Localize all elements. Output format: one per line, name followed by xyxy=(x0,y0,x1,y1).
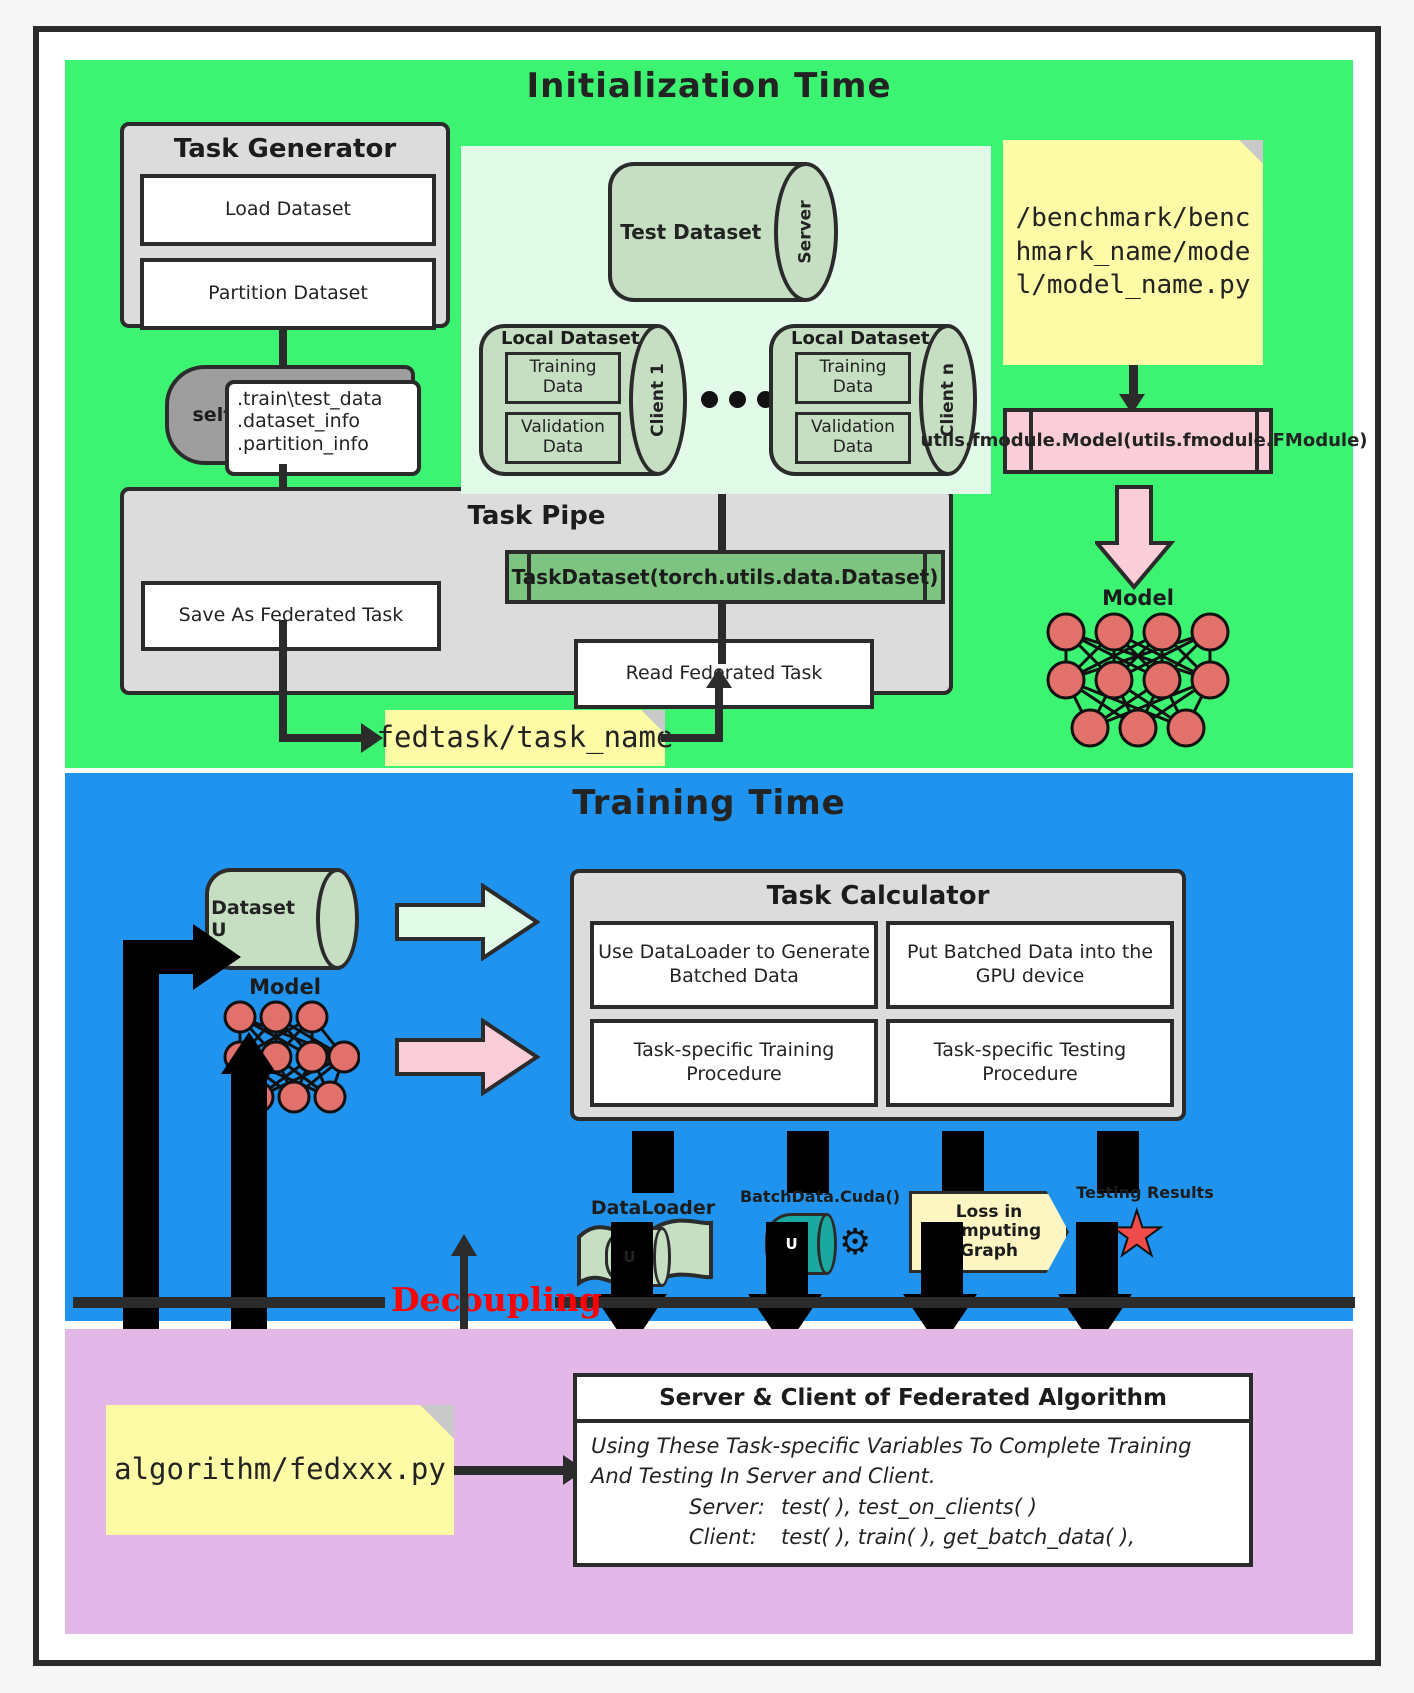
fedtask-note-text: fedtask/task_name xyxy=(376,720,674,755)
gear-icon: ⚙ xyxy=(839,1222,872,1263)
model-to-calculator-arrow xyxy=(395,1018,540,1096)
dataset-to-calculator-arrow xyxy=(395,883,540,961)
connector-fedtask-to-read-v xyxy=(715,686,723,738)
dataset-overview-panel: Test Dataset Server Local Dataset Traini… xyxy=(461,146,991,494)
client-1-validation-data: Validation Data xyxy=(505,412,621,464)
batchdata-u-label: U xyxy=(785,1235,798,1253)
connector-algorithm-to-serverclient xyxy=(454,1466,568,1475)
algorithm-note-fold-icon xyxy=(420,1405,454,1439)
local-dataset-client-n: Local Dataset Training Data Validation D… xyxy=(769,324,977,476)
client-n-validation-data: Validation Data xyxy=(795,412,911,464)
self-attr-1: .dataset_info xyxy=(237,410,361,433)
stub-loss xyxy=(942,1131,984,1193)
connector-taskgen-to-self xyxy=(279,328,287,370)
test-dataset-label: Test Dataset xyxy=(620,220,762,244)
benchmark-path-note: /benchmark/benchmark_name/model/model_na… xyxy=(1003,140,1263,365)
model-label-init: Model xyxy=(1102,586,1174,610)
task-generator-title: Task Generator xyxy=(173,134,397,164)
client-1-training-data: Training Data xyxy=(505,352,621,404)
algorithm-path-text: algorithm/fedxxx.py xyxy=(114,1452,446,1487)
fmodule-model-box: utils.fmodule.Model(utils.fmodule.FModul… xyxy=(920,408,1368,474)
server-cap-label: Server xyxy=(795,200,816,264)
connector-fedtask-to-read-h xyxy=(661,734,723,742)
self-attr-0: .train\test_data xyxy=(237,388,383,410)
calculator-cell-training[interactable]: Task-specific Training Procedure xyxy=(590,1019,878,1107)
clients-ellipsis-icon xyxy=(701,391,774,408)
connector-read-to-taskdataset xyxy=(718,604,726,664)
server-client-body: Using These Task-specific Variables To C… xyxy=(577,1423,1249,1563)
partition-dataset-box[interactable]: Partition Dataset xyxy=(140,258,436,330)
fmodule-model-label: utils.fmodule.Model(utils.fmodule.FModul… xyxy=(920,430,1368,452)
task-dataset-bar: TaskDataset(torch.utils.data.Dataset) xyxy=(505,550,945,604)
dataset-u-cap xyxy=(315,868,359,970)
connector-save-to-fedtask-v xyxy=(279,620,287,742)
section-initialization-time: Initialization Time Task Generator Load … xyxy=(65,60,1368,768)
server-client-row-client: Client: test( ), train( ), get_batch_dat… xyxy=(591,1522,1235,1552)
artifact-label-dataloader: DataLoader xyxy=(590,1197,716,1219)
decoupling-bar-right xyxy=(555,1297,1355,1308)
task-calculator-title: Task Calculator xyxy=(766,881,990,911)
task-calculator-panel: Task Calculator Use DataLoader to Genera… xyxy=(570,869,1186,1121)
diagram-frame: Initialization Time Task Generator Load … xyxy=(33,26,1381,1666)
dataloader-u-label: U xyxy=(623,1248,636,1266)
stub-dataloader xyxy=(632,1131,674,1193)
test-dataset-cylinder: Test Dataset Server xyxy=(608,162,838,302)
client-methods: test( ), train( ), get_batch_data( ), xyxy=(781,1525,1135,1550)
server-client-row-server: Server: test( ), test_on_clients( ) xyxy=(591,1492,1235,1522)
stub-batchdata xyxy=(787,1131,829,1193)
fedtask-note: fedtask/task_name xyxy=(377,710,673,766)
self-attributes-box: .train\test_data .dataset_info .partitio… xyxy=(225,380,421,476)
client-n-title: Local Dataset xyxy=(791,328,930,349)
server-role-label: Server: xyxy=(689,1494,765,1519)
fedtask-note-fold-icon xyxy=(641,710,665,734)
local-dataset-client-1: Local Dataset Training Data Validation D… xyxy=(479,324,687,476)
decoupling-bar-left xyxy=(73,1297,385,1308)
artifact-label-batchdata: BatchData.Cuda() xyxy=(739,1187,901,1206)
arrowhead-fedtask-to-read xyxy=(706,668,732,688)
algorithm-path-note: algorithm/fedxxx.py xyxy=(106,1405,454,1535)
fmodule-to-model-arrow xyxy=(1095,485,1175,591)
task-pipe-title: Task Pipe xyxy=(467,501,606,531)
server-client-title: Server & Client of Federated Algorithm xyxy=(577,1377,1249,1423)
section-federated-algorithm: algorithm/fedxxx.py Server & Client of F… xyxy=(65,1329,1353,1634)
neural-network-init-icon xyxy=(1041,610,1235,750)
server-methods: test( ), test_on_clients( ) xyxy=(781,1494,1037,1519)
feedback-arrow-dataset xyxy=(97,892,241,1362)
benchmark-note-fold-icon xyxy=(1239,140,1263,164)
calculator-cell-gpu[interactable]: Put Batched Data into the GPU device xyxy=(886,921,1174,1009)
server-client-intro: Using These Task-specific Variables To C… xyxy=(591,1434,1192,1489)
connector-save-to-fedtask-h xyxy=(279,734,365,742)
benchmark-path-text: /benchmark/benchmark_name/model/model_na… xyxy=(1015,202,1251,301)
server-client-box: Server & Client of Federated Algorithm U… xyxy=(573,1373,1253,1567)
task-dataset-bar-label: TaskDataset(torch.utils.data.Dataset) xyxy=(511,565,939,589)
save-federated-task-box[interactable]: Save As Federated Task xyxy=(141,581,441,651)
client-n-training-data: Training Data xyxy=(795,352,911,404)
decoupling-label: Decoupling xyxy=(391,1280,602,1319)
dataset-u-cylinder: Dataset U xyxy=(205,868,359,970)
client-1-title: Local Dataset xyxy=(501,328,640,349)
calculator-cell-testing[interactable]: Task-specific Testing Procedure xyxy=(886,1019,1174,1107)
dataset-u-label: Dataset U xyxy=(211,897,295,941)
load-dataset-box[interactable]: Load Dataset xyxy=(140,174,436,246)
client-role-label: Client: xyxy=(689,1525,757,1550)
task-generator-panel: Task Generator Load Dataset Partition Da… xyxy=(120,122,450,330)
section-title-initialization: Initialization Time xyxy=(526,66,892,106)
feedback-arrow-model xyxy=(209,1032,299,1364)
self-attr-2: .partition_info xyxy=(237,432,369,455)
calculator-cell-dataloader[interactable]: Use DataLoader to Generate Batched Data xyxy=(590,921,878,1009)
section-title-training: Training Time xyxy=(572,783,846,823)
